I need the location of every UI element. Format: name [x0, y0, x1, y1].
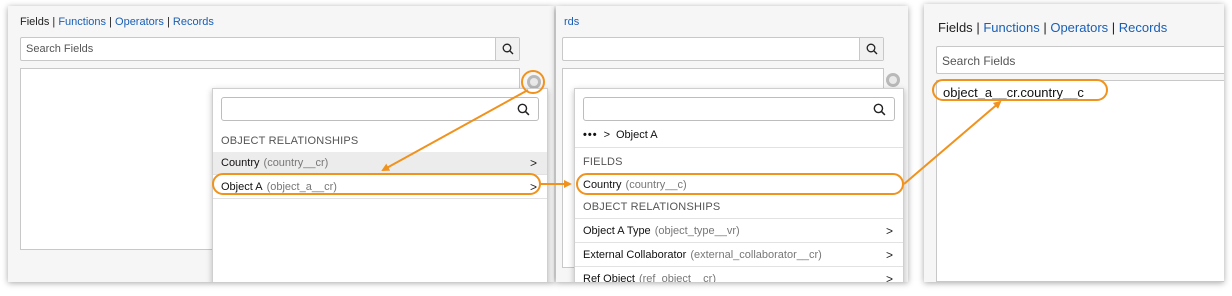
item-label: Country: [221, 157, 260, 169]
section-object-relationships: OBJECT RELATIONSHIPS: [583, 201, 721, 213]
search-button[interactable]: [859, 38, 883, 60]
divider: [213, 198, 547, 199]
search-button[interactable]: [495, 38, 519, 60]
divider: [575, 266, 903, 267]
list-item-external-collaborator[interactable]: External Collaborator (external_collabor…: [575, 244, 903, 266]
tab-bar: Fields | Functions | Operators | Records: [938, 20, 1167, 35]
tab-separator: |: [167, 16, 170, 28]
tab-separator: |: [1043, 20, 1047, 35]
item-label: Object A Type: [583, 225, 651, 237]
tab-records[interactable]: Records: [173, 16, 214, 28]
divider: [575, 147, 903, 148]
section-fields: FIELDS: [583, 156, 623, 168]
search-fields-input[interactable]: Search Fields: [20, 37, 520, 61]
list-item-object-a-type[interactable]: Object A Type (object_type__vr) >: [575, 220, 903, 242]
breadcrumb: ••• > Object A: [583, 129, 658, 141]
dropdown-search-input[interactable]: [221, 97, 539, 121]
formula-editor-panel-3: Fields | Functions | Operators | Records…: [924, 4, 1224, 282]
stage: Fields | Functions | Operators | Records…: [0, 0, 1232, 296]
divider: [575, 242, 903, 243]
list-item-ref-object[interactable]: Ref Object (ref_object__cr) >: [575, 268, 903, 282]
chevron-right-icon: >: [885, 224, 893, 238]
item-api-name: (ref_object__cr): [638, 273, 717, 282]
search-fields-input[interactable]: Search Fields: [936, 46, 1224, 74]
chevron-right-icon: >: [885, 248, 893, 262]
item-label: Ref Object: [583, 273, 635, 282]
country-field-highlight: [576, 173, 904, 195]
tab-separator: |: [976, 20, 980, 35]
formula-editor-panel-2: rds ••• > Object A FIELDS Country (count…: [556, 6, 908, 282]
search-placeholder: Search Fields: [942, 54, 1016, 68]
tab-fields[interactable]: Fields: [20, 16, 49, 28]
breadcrumb-separator: >: [603, 129, 610, 141]
tab-operators[interactable]: Operators: [1050, 20, 1108, 35]
object-a-highlight: [212, 173, 541, 195]
tab-records[interactable]: rds: [564, 16, 579, 28]
tab-bar: Fields | Functions | Operators | Records: [20, 16, 214, 28]
search-fields-input[interactable]: [562, 37, 884, 61]
chevron-right-icon: >: [885, 272, 893, 282]
formula-editor-panel-1: Fields | Functions | Operators | Records…: [8, 6, 554, 282]
breadcrumb-more[interactable]: •••: [583, 129, 598, 141]
search-icon: [502, 43, 513, 55]
tab-operators[interactable]: Operators: [115, 16, 164, 28]
item-api-name: (country__cr): [263, 157, 329, 169]
section-object-relationships: OBJECT RELATIONSHIPS: [221, 135, 359, 147]
search-icon: [517, 103, 530, 116]
tab-functions[interactable]: Functions: [983, 20, 1039, 35]
item-api-name: (object_type__vr): [654, 225, 740, 237]
tab-bar: rds: [564, 16, 579, 28]
result-highlight: [932, 79, 1108, 101]
field-picker-icon[interactable]: [886, 73, 900, 87]
item-label: External Collaborator: [583, 249, 687, 261]
search-icon: [873, 103, 886, 116]
search-icon: [866, 43, 877, 55]
tab-separator: |: [52, 16, 56, 28]
formula-text-area[interactable]: object_a__cr.country__c: [936, 80, 1224, 282]
chevron-right-icon: >: [529, 156, 537, 170]
list-item-country[interactable]: Country (country__cr) >: [213, 152, 547, 174]
tab-records[interactable]: Records: [1119, 20, 1167, 35]
picker-highlight-circle: [521, 70, 545, 94]
tab-fields[interactable]: Fields: [938, 20, 973, 35]
dropdown-search-input[interactable]: [583, 97, 895, 121]
breadcrumb-current: Object A: [616, 129, 658, 141]
search-placeholder: Search Fields: [26, 43, 94, 55]
tab-separator: |: [1111, 20, 1116, 35]
item-api-name: (external_collaborator__cr): [690, 249, 822, 261]
divider: [575, 218, 903, 219]
tab-separator: |: [109, 16, 112, 28]
tab-functions[interactable]: Functions: [58, 16, 106, 28]
